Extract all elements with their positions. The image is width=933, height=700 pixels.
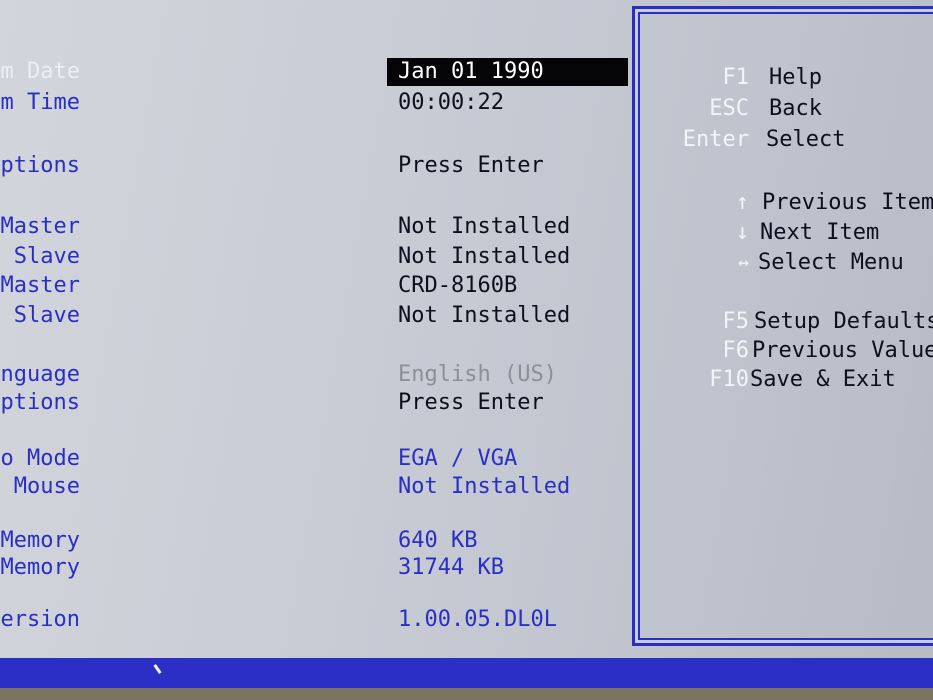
setting-boot-options[interactable]: Boot Options Press Enter	[0, 389, 640, 419]
setting-mouse: Mouse Not Installed	[0, 473, 640, 503]
help-desc: Next Item	[760, 220, 880, 245]
system-time-field[interactable]: 00:00:22	[398, 89, 504, 117]
arrow-down-icon: ↓	[735, 220, 749, 245]
status-bar	[0, 658, 933, 688]
setting-language: Language English (US)	[0, 361, 640, 391]
help-key: F10	[709, 367, 749, 392]
help-item-enter: Enter Select	[635, 126, 933, 156]
help-desc: Back	[769, 96, 822, 121]
setting-extended-memory: Extended Memory 31744 KB	[0, 554, 640, 584]
help-key: Enter	[682, 127, 749, 152]
setting-label: BIOS Version	[0, 607, 80, 632]
help-desc: Previous Item	[762, 190, 933, 215]
arrow-left-right-icon: ↔	[738, 252, 749, 273]
boot-options-value[interactable]: Press Enter	[398, 389, 544, 417]
setting-label: Mouse	[13, 474, 80, 499]
help-key: F6	[722, 338, 750, 363]
help-item-f1: F1 Help	[635, 64, 933, 94]
help-key: F5	[722, 309, 750, 334]
bios-setup-screen: System Date Jan 01 1990 System Time 00:0…	[0, 0, 933, 700]
arrow-up-icon: ↑	[735, 190, 749, 215]
help-item-f6: F6 Previous Values	[635, 337, 933, 367]
monitor-bezel	[0, 688, 933, 700]
setting-system-time[interactable]: System Time 00:00:22	[0, 89, 640, 119]
setting-label: Floppy Options	[0, 153, 80, 178]
help-desc: Save & Exit	[750, 367, 896, 392]
system-date-field[interactable]: Jan 01 1990	[387, 58, 628, 86]
floppy-options-value[interactable]: Press Enter	[398, 152, 544, 180]
help-desc: Previous Values	[752, 338, 933, 363]
setting-label: Extended Memory	[0, 555, 80, 580]
setting-secondary-ide-master[interactable]: Secondary IDE Master CRD-8160B	[0, 272, 640, 302]
setting-primary-ide-slave[interactable]: Primary IDE Slave Not Installed	[0, 243, 640, 273]
secondary-ide-slave-value[interactable]: Not Installed	[398, 302, 570, 330]
base-memory-value: 640 KB	[398, 528, 478, 553]
setting-floppy-options[interactable]: Floppy Options Press Enter	[0, 152, 640, 182]
setting-label: Secondary IDE Slave	[0, 303, 80, 328]
setting-label: Boot Options	[0, 390, 80, 415]
help-desc: Select Menu	[758, 250, 904, 275]
secondary-ide-master-value[interactable]: CRD-8160B	[398, 272, 517, 300]
extended-memory-value: 31744 KB	[398, 555, 504, 580]
help-item-down: ↓ Next Item	[635, 219, 933, 249]
help-desc: Setup Defaults	[754, 309, 933, 334]
help-desc: Help	[769, 65, 822, 90]
help-key: ESC	[709, 96, 749, 121]
setting-video-mode: Video Mode EGA / VGA	[0, 445, 640, 475]
primary-ide-master-value[interactable]: Not Installed	[398, 213, 570, 241]
setting-label: Primary IDE Master	[0, 214, 80, 239]
setting-label: Video Mode	[0, 446, 80, 471]
setting-label: System Date	[0, 59, 80, 84]
setting-label: System Time	[0, 90, 80, 115]
setting-base-memory: Base Memory 640 KB	[0, 527, 640, 557]
bios-version-value: 1.00.05.DL0L	[398, 607, 557, 632]
primary-ide-slave-value[interactable]: Not Installed	[398, 243, 570, 271]
help-item-f10: F10 Save & Exit	[635, 366, 933, 396]
setting-label: Language	[0, 362, 80, 387]
help-item-esc: ESC Back	[635, 95, 933, 125]
setting-label: Base Memory	[0, 528, 80, 553]
help-item-f5: F5 Setup Defaults	[635, 308, 933, 338]
help-item-up: ↑ Previous Item	[635, 189, 933, 219]
setting-secondary-ide-slave[interactable]: Secondary IDE Slave Not Installed	[0, 302, 640, 332]
key-help-panel: F1 Help ESC Back Enter Select ↑ Previous…	[632, 6, 933, 646]
setting-label: Primary IDE Slave	[0, 244, 80, 269]
setting-primary-ide-master[interactable]: Primary IDE Master Not Installed	[0, 213, 640, 243]
language-value: English (US)	[398, 362, 557, 387]
setting-bios-version: BIOS Version 1.00.05.DL0L	[0, 606, 640, 636]
setting-label: Secondary IDE Master	[0, 273, 80, 298]
help-key: F1	[722, 65, 750, 90]
mouse-value: Not Installed	[398, 474, 571, 499]
help-desc: Select	[766, 127, 846, 152]
video-mode-value: EGA / VGA	[398, 446, 518, 471]
help-item-left-right: ↔ Select Menu	[635, 249, 933, 279]
setting-system-date[interactable]: System Date Jan 01 1990	[0, 58, 640, 88]
